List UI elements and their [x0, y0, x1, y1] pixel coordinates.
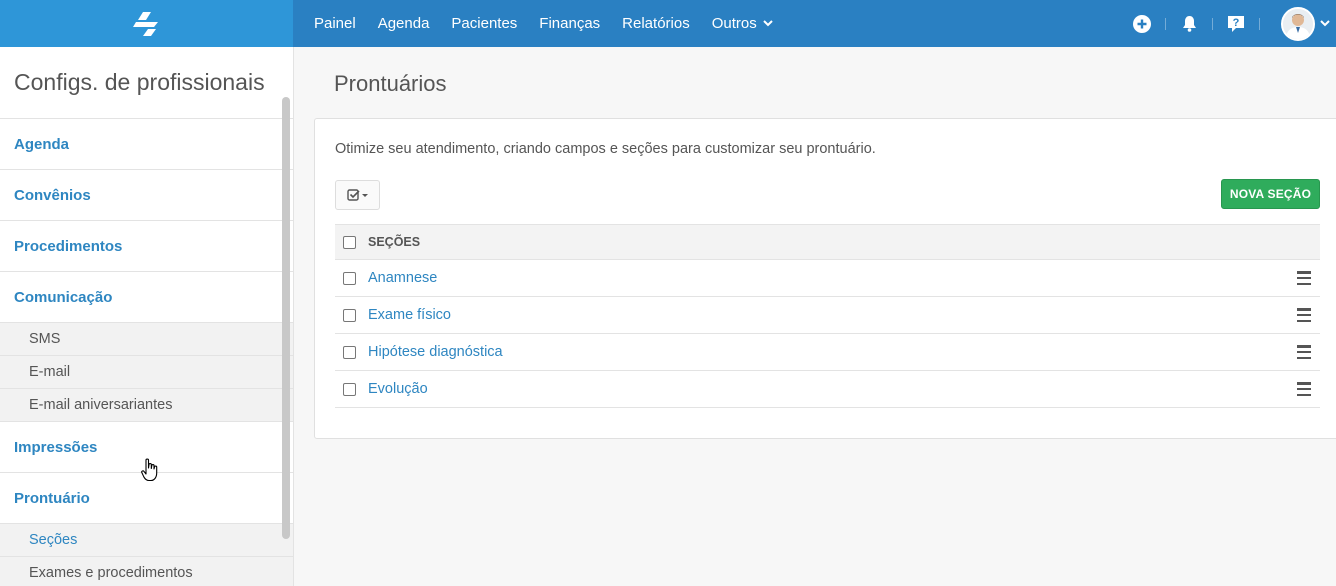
nav-pacientes[interactable]: Pacientes — [440, 15, 528, 32]
add-circle-icon[interactable] — [1132, 14, 1152, 34]
sidebar-item-agenda[interactable]: Agenda — [0, 119, 293, 170]
row-checkbox[interactable] — [343, 271, 356, 285]
section-link[interactable]: Hipótese diagnóstica — [368, 344, 503, 360]
hand-cursor-icon — [141, 458, 159, 487]
logo[interactable] — [0, 0, 293, 47]
help-icon[interactable]: ? — [1226, 14, 1246, 34]
table-row: Anamnese — [335, 260, 1320, 297]
row-checkbox[interactable] — [343, 345, 356, 359]
divider — [1165, 17, 1166, 30]
divider — [1212, 17, 1213, 30]
table-row: Hipótese diagnóstica — [335, 334, 1320, 371]
sections-panel: Otimize seu atendimento, criando campos … — [314, 118, 1336, 439]
drag-handle-icon[interactable] — [1297, 382, 1311, 396]
nav-financas[interactable]: Finanças — [528, 15, 611, 32]
nav-agenda[interactable]: Agenda — [367, 15, 441, 32]
table-row: Evolução — [335, 371, 1320, 408]
chevron-down-icon[interactable] — [1320, 20, 1330, 27]
nav-outros[interactable]: Outros — [701, 15, 784, 32]
chevron-down-icon — [763, 20, 773, 27]
sidebar-subitem-sms[interactable]: SMS — [0, 323, 293, 356]
section-link[interactable]: Exame físico — [368, 307, 451, 323]
drag-handle-icon[interactable] — [1297, 308, 1311, 322]
row-checkbox[interactable] — [343, 308, 356, 322]
check-square-icon — [346, 189, 368, 201]
nav-painel[interactable]: Painel — [303, 15, 367, 32]
sidebar-item-procedimentos[interactable]: Procedimentos — [0, 221, 293, 272]
sidebar-subitem-email-aniversariantes[interactable]: E-mail aniversariantes — [0, 389, 293, 422]
sections-table: SEÇÕES Anamnese Exame físico Hipótese di… — [335, 224, 1320, 408]
sidebar-item-convenios[interactable]: Convênios — [0, 170, 293, 221]
top-right-actions: ? — [1132, 0, 1336, 47]
bulk-actions-button[interactable] — [335, 180, 380, 210]
sidebar-scrollbar[interactable] — [282, 97, 290, 539]
table-header: SEÇÕES — [335, 224, 1320, 260]
drag-handle-icon[interactable] — [1297, 271, 1311, 285]
panel-description: Otimize seu atendimento, criando campos … — [335, 141, 876, 157]
avatar[interactable] — [1281, 6, 1315, 41]
settings-sidebar: Configs. de profissionais Agenda Convêni… — [0, 47, 294, 586]
table-row: Exame físico — [335, 297, 1320, 334]
svg-text:?: ? — [1233, 17, 1240, 29]
sidebar-subitem-exames-procedimentos[interactable]: Exames e procedimentos — [0, 557, 293, 586]
nav-outros-label: Outros — [711, 15, 757, 32]
sidebar-title: Configs. de profissionais — [0, 47, 293, 119]
nav-relatorios[interactable]: Relatórios — [611, 15, 701, 32]
select-all-checkbox[interactable] — [343, 235, 356, 249]
page-title: Prontuários — [334, 71, 447, 96]
sidebar-subitem-email[interactable]: E-mail — [0, 356, 293, 389]
section-link[interactable]: Evolução — [368, 381, 428, 397]
sidebar-subitem-secoes[interactable]: Seções — [0, 524, 293, 557]
drag-handle-icon[interactable] — [1297, 345, 1311, 359]
logo-icon — [132, 11, 158, 36]
bell-icon[interactable] — [1179, 14, 1199, 34]
sidebar-item-comunicacao[interactable]: Comunicação — [0, 272, 293, 323]
top-navbar: Painel Agenda Pacientes Finanças Relatór… — [0, 0, 1336, 47]
new-section-button[interactable]: NOVA SEÇÃO — [1221, 179, 1320, 209]
section-link[interactable]: Anamnese — [368, 270, 437, 286]
main-nav: Painel Agenda Pacientes Finanças Relatór… — [303, 0, 784, 47]
divider — [1259, 17, 1260, 30]
row-checkbox[interactable] — [343, 382, 356, 396]
column-header-secoes: SEÇÕES — [368, 235, 421, 249]
